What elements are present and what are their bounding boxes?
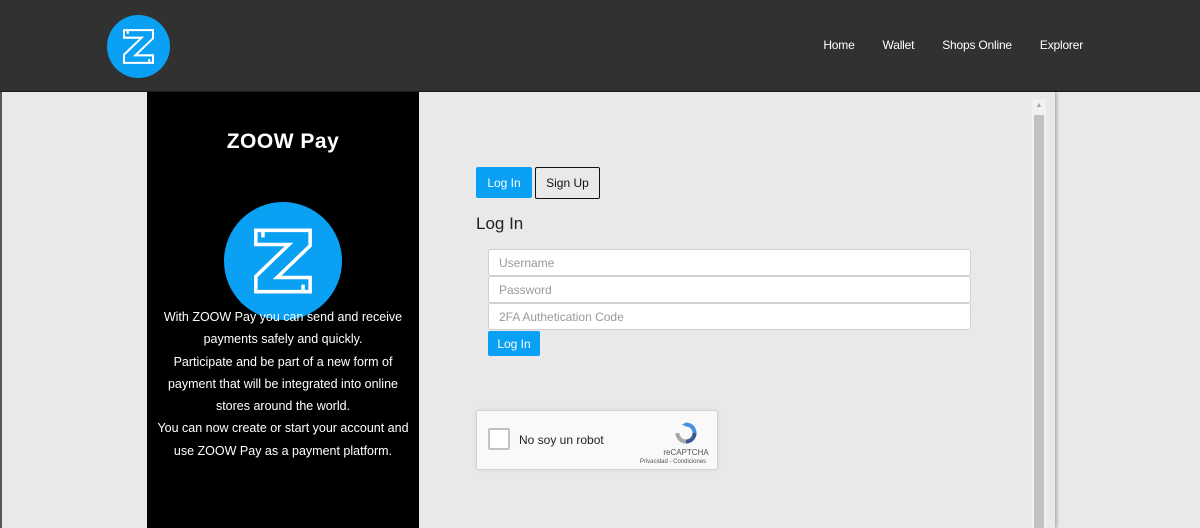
twofa-input[interactable] [488,303,971,330]
description-line: payments safely and quickly. [203,332,363,347]
tab-login[interactable]: Log In [476,167,532,198]
z-logo-icon[interactable] [107,15,170,78]
nav-wallet-link[interactable]: Wallet [883,38,915,52]
captcha-checkbox[interactable] [488,428,510,450]
recaptcha-widget: No soy un robot reCAPTCHA Privacidad - C… [476,410,718,470]
description-line: payment that will be integrated into onl… [167,376,398,391]
z-logo-icon [224,202,342,320]
captcha-links[interactable]: Privacidad - Condiciones [627,459,719,465]
recaptcha-icon [675,422,697,444]
tab-signup[interactable]: Sign Up [535,167,600,199]
description-line: You can now create or start your account… [157,421,409,436]
password-input[interactable] [488,276,971,303]
scroll-up-arrow-icon[interactable]: ▲ [1032,99,1046,113]
form-title: Log In [476,214,524,233]
main-nav: Home Wallet Shops Online Explorer [823,38,1083,52]
scrollbar-thumb[interactable] [1034,115,1044,528]
username-input[interactable] [488,249,971,276]
login-submit-button[interactable]: Log In [488,331,540,356]
captcha-brand: reCAPTCHA [663,448,709,457]
description-line: use ZOOW Pay as a payment platform. [173,443,393,458]
vertical-scrollbar[interactable]: ▲ [1032,99,1046,528]
page-edge [0,92,2,528]
nav-explorer-link[interactable]: Explorer [1040,38,1083,52]
nav-shops-online-link[interactable]: Shops Online [942,38,1012,52]
info-panel: ZOOW Pay With ZOOW Pay you can send and … [147,92,419,528]
description-line: Participate and be part of a new form of [173,354,393,369]
panel-description: With ZOOW Pay you can send and receive p… [147,306,419,462]
nav-home-link[interactable]: Home [823,38,854,52]
description-line: stores around the world. [215,399,351,414]
panel-title: ZOOW Pay [226,130,340,153]
top-navbar: Home Wallet Shops Online Explorer [0,0,1200,92]
captcha-label: No soy un robot [519,433,604,447]
description-line: With ZOOW Pay you can send and receive [163,310,403,324]
